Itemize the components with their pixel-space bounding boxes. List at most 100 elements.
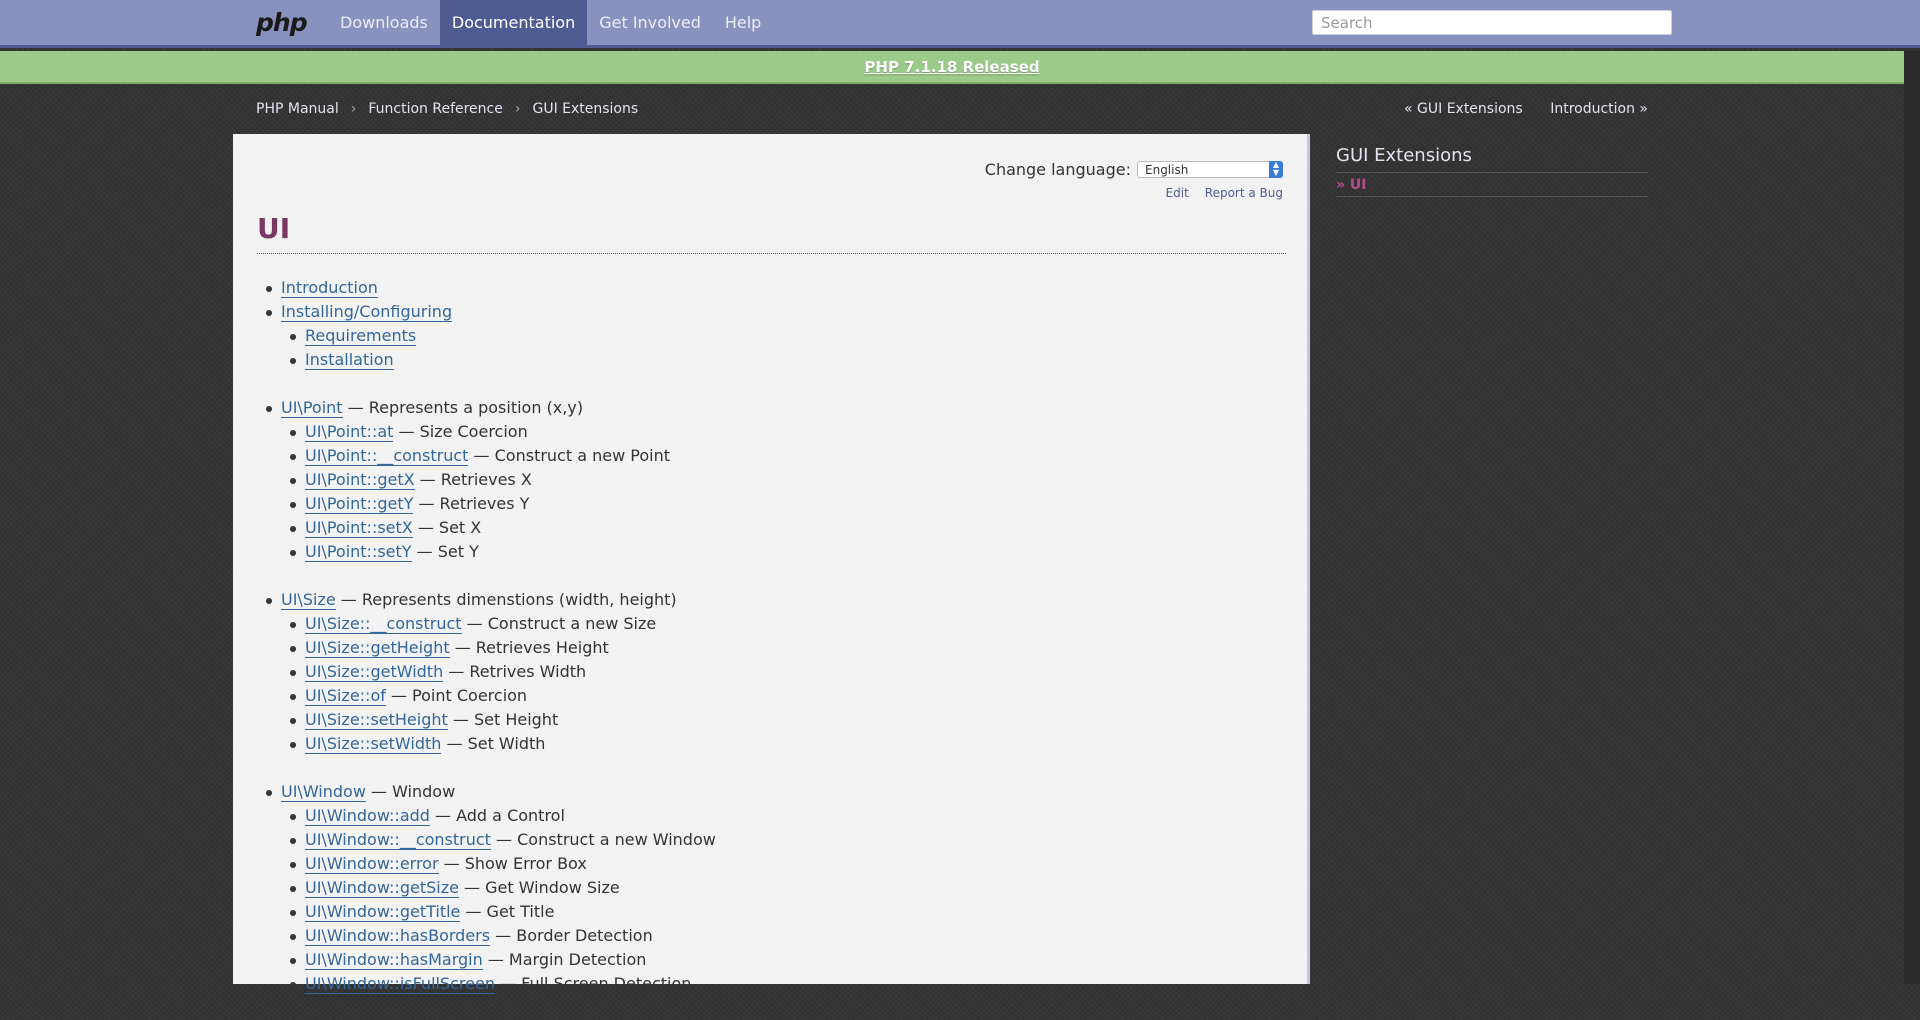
list-item: UI\Point::__construct — Construct a new … xyxy=(281,444,1257,468)
list-item: UI\Size::setHeight — Set Height xyxy=(281,708,1257,732)
toc-desc: — Border Detection xyxy=(490,926,653,945)
list-item: UI\Point::getX — Retrieves X xyxy=(281,468,1257,492)
toc-link[interactable]: Installation xyxy=(305,350,394,370)
list-item: UI\Window::isFullScreen — Full Screen De… xyxy=(281,972,1257,996)
list-item: UI\Size::__construct — Construct a new S… xyxy=(281,612,1257,636)
toc-desc: — Set Height xyxy=(447,710,559,729)
nav-downloads[interactable]: Downloads xyxy=(328,0,440,45)
toc-link[interactable]: Installing/Configuring xyxy=(281,302,453,322)
toc-desc: — Point Coercion xyxy=(385,686,528,705)
toc-link[interactable]: UI\Point::__construct xyxy=(305,446,469,466)
breadcrumb-separator: › xyxy=(514,101,521,117)
toc-desc: — Size Coercion xyxy=(393,422,528,441)
language-select[interactable]: English ▲ ▼ xyxy=(1137,161,1283,178)
toc-link[interactable]: UI\Size::setHeight xyxy=(305,710,448,730)
toc-desc: — Construct a new Size xyxy=(461,614,657,633)
toc-link[interactable]: UI\Size::__construct xyxy=(305,614,462,634)
php-logo[interactable]: php xyxy=(256,8,308,37)
toc-link[interactable]: UI\Window::getTitle xyxy=(305,902,461,922)
list-item: UI\Window — Window UI\Window::add — Add … xyxy=(257,780,1257,996)
list-item: Introduction xyxy=(257,276,1257,300)
search-input[interactable] xyxy=(1312,10,1672,35)
prev-page-link[interactable]: « GUI Extensions xyxy=(1404,101,1523,117)
list-item: UI\Size::setWidth — Set Width xyxy=(281,732,1257,756)
toc-link[interactable]: UI\Point::setX xyxy=(305,518,413,538)
toc-link[interactable]: UI\Window::__construct xyxy=(305,830,491,850)
toc-sublist: UI\Size::__construct — Construct a new S… xyxy=(281,612,1257,756)
list-item: UI\Point::getY — Retrieves Y xyxy=(281,492,1257,516)
release-banner-link[interactable]: PHP 7.1.18 Released xyxy=(864,58,1039,76)
list-item: UI\Size::getWidth — Retrives Width xyxy=(281,660,1257,684)
toc-link[interactable]: UI\Point::setY xyxy=(305,542,412,562)
toc-link[interactable]: UI\Point::getX xyxy=(305,470,415,490)
toc-intro-list: Introduction Installing/Configuring Requ… xyxy=(257,276,1257,372)
breadcrumb: PHP Manual › Function Reference › GUI Ex… xyxy=(256,101,638,117)
toc-desc: — Set Y xyxy=(411,542,479,561)
toc-desc: — Show Error Box xyxy=(438,854,587,873)
list-item: UI\Window::add — Add a Control xyxy=(281,804,1257,828)
sidebar-title[interactable]: GUI Extensions xyxy=(1336,145,1648,166)
toc-link[interactable]: UI\Window::hasMargin xyxy=(305,950,483,970)
list-item: UI\Window::hasBorders — Border Detection xyxy=(281,924,1257,948)
toc-sublist: UI\Window::add — Add a Control UI\Window… xyxy=(281,804,1257,996)
toc-link[interactable]: UI\Window::isFullScreen xyxy=(305,974,495,994)
main-content: Change language: English ▲ ▼ Edit Report … xyxy=(233,134,1310,994)
change-language-label: Change language: xyxy=(984,160,1131,179)
nav-get-involved[interactable]: Get Involved xyxy=(587,0,713,45)
toc-link[interactable]: UI\Point::at xyxy=(305,422,394,442)
nav-documentation[interactable]: Documentation xyxy=(439,0,588,45)
toc-desc: — Construct a new Point xyxy=(468,446,670,465)
list-item: UI\Point::setX — Set X xyxy=(281,516,1257,540)
select-arrows-icon: ▲ ▼ xyxy=(1269,161,1283,178)
toc-link[interactable]: Requirements xyxy=(305,326,417,346)
breadcrumb-gui-extensions[interactable]: GUI Extensions xyxy=(532,101,638,117)
toc-desc: — Margin Detection xyxy=(482,950,647,969)
breadcrumb-separator: › xyxy=(350,101,357,117)
toc-desc: — Add a Control xyxy=(429,806,565,825)
toc-link[interactable]: UI\Window::error xyxy=(305,854,439,874)
toc-desc: — Retrieves X xyxy=(414,470,532,489)
list-item: UI\Window::error — Show Error Box xyxy=(281,852,1257,876)
nav-help[interactable]: Help xyxy=(713,0,773,45)
toc-link[interactable]: UI\Size::getHeight xyxy=(305,638,450,658)
list-item: UI\Point::at — Size Coercion xyxy=(281,420,1257,444)
toc-link[interactable]: UI\Size::setWidth xyxy=(305,734,442,754)
next-page-link[interactable]: Introduction » xyxy=(1550,101,1648,117)
report-bug-link[interactable]: Report a Bug xyxy=(1205,186,1283,200)
toc-desc: — Construct a new Window xyxy=(490,830,716,849)
toc-link[interactable]: UI\Point::getY xyxy=(305,494,414,514)
list-item: UI\Point — Represents a position (x,y) U… xyxy=(257,396,1257,564)
toc-desc: — Retrives Width xyxy=(443,662,587,681)
sidebar-item-ui[interactable]: » UI xyxy=(1336,173,1648,196)
toc-desc: — Set Width xyxy=(441,734,546,753)
list-item: Requirements xyxy=(281,324,1257,348)
breadcrumb-function-reference[interactable]: Function Reference xyxy=(368,101,503,117)
list-item: UI\Size — Represents dimenstions (width,… xyxy=(257,588,1257,756)
toc-sublist: Requirements Installation xyxy=(281,324,1257,372)
toc-link[interactable]: UI\Window::hasBorders xyxy=(305,926,491,946)
main-nav: Downloads Documentation Get Involved Hel… xyxy=(328,0,773,45)
list-item: Installing/Configuring Requirements Inst… xyxy=(257,300,1257,372)
list-item: Installation xyxy=(281,348,1257,372)
top-navbar: php Downloads Documentation Get Involved… xyxy=(0,0,1920,48)
page-scrollbar[interactable] xyxy=(1904,51,1920,984)
change-language: Change language: English ▲ ▼ xyxy=(985,160,1283,179)
toc-desc: — Get Title xyxy=(460,902,555,921)
toc-desc: — Represents dimenstions (width, height) xyxy=(335,590,677,609)
breadcrumb-php-manual[interactable]: PHP Manual xyxy=(256,101,339,117)
toc-link[interactable]: UI\Size xyxy=(281,590,336,610)
edit-link[interactable]: Edit xyxy=(1166,186,1189,200)
toc-link[interactable]: Introduction xyxy=(281,278,378,298)
toc-link[interactable]: UI\Window xyxy=(281,782,366,802)
toc-link[interactable]: UI\Window::getSize xyxy=(305,878,459,898)
toc-link[interactable]: UI\Point xyxy=(281,398,343,418)
toc-size-list: UI\Size — Represents dimenstions (width,… xyxy=(257,588,1257,756)
toc-link[interactable]: UI\Size::of xyxy=(305,686,386,706)
toc-sublist: UI\Point::at — Size Coercion UI\Point::_… xyxy=(281,420,1257,564)
list-item: UI\Size::getHeight — Retrieves Height xyxy=(281,636,1257,660)
title-divider xyxy=(257,253,1286,254)
toc-link[interactable]: UI\Size::getWidth xyxy=(305,662,444,682)
toc-link[interactable]: UI\Window::add xyxy=(305,806,430,826)
table-of-contents: Introduction Installing/Configuring Requ… xyxy=(257,276,1257,1020)
toc-desc: — Set X xyxy=(412,518,482,537)
